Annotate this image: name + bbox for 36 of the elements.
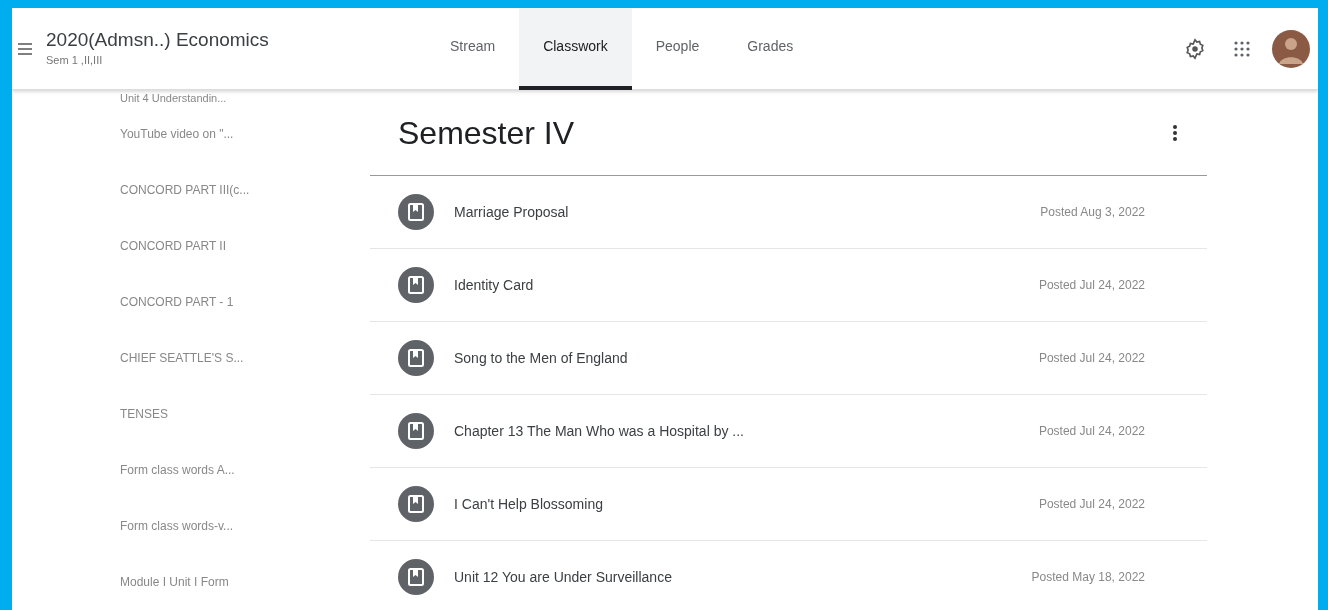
posted-date: Posted Jul 24, 2022 bbox=[1038, 423, 1145, 440]
topic-link[interactable]: TENSES bbox=[120, 405, 168, 423]
topic-link[interactable]: Form class words A... bbox=[120, 461, 235, 479]
material-title[interactable]: I Can't Help Blossoming bbox=[454, 493, 1039, 515]
topic-title: Semester IV bbox=[398, 113, 575, 153]
topic-link[interactable]: Unit 4 Understandin... bbox=[120, 89, 227, 106]
assignment-icon bbox=[398, 194, 434, 230]
material-title[interactable]: Song to the Men of England bbox=[454, 347, 1039, 369]
tab[interactable]: People bbox=[631, 8, 724, 90]
tab[interactable]: Stream bbox=[426, 8, 520, 90]
topic-link[interactable]: CONCORD PART III(c... bbox=[120, 181, 250, 199]
material-title[interactable]: Chapter 13 The Man Who was a Hospital by ... bbox=[454, 420, 1039, 442]
class-title[interactable]: 2020(Admsn..) Economics bbox=[46, 28, 426, 52]
assignment-icon bbox=[398, 340, 434, 376]
avatar-icon[interactable] bbox=[1272, 29, 1310, 68]
topic-link[interactable]: YouTube video on "... bbox=[120, 125, 234, 143]
assignment-icon bbox=[398, 267, 434, 303]
posted-date: Posted Aug 3, 2022 bbox=[1040, 204, 1145, 221]
material-title[interactable]: Unit 12 You are Under Surveillance bbox=[454, 566, 1032, 588]
topic-link[interactable]: Module I Unit I Form bbox=[120, 573, 229, 591]
topic-link[interactable]: CONCORD PART II bbox=[120, 237, 226, 255]
posted-date: Posted Jul 24, 2022 bbox=[1038, 350, 1145, 367]
material-title[interactable]: Identity Card bbox=[454, 274, 1039, 296]
posted-date: Posted Jul 24, 2022 bbox=[1038, 496, 1145, 513]
assignment-icon bbox=[398, 559, 434, 595]
assignment-icon bbox=[398, 413, 434, 449]
posted-date: Posted May 18, 2022 bbox=[1031, 569, 1145, 586]
material-title[interactable]: Marriage Proposal bbox=[454, 201, 1041, 223]
tab[interactable]: Classwork bbox=[519, 8, 632, 90]
topic-link[interactable]: CHIEF SEATTLE'S S... bbox=[120, 349, 244, 367]
class-subtitle: Sem 1 ,II,III bbox=[46, 52, 104, 68]
topic-link[interactable]: CONCORD PART - 1 bbox=[120, 293, 234, 311]
posted-date: Posted Jul 24, 2022 bbox=[1038, 277, 1145, 294]
tab[interactable]: Grades bbox=[723, 8, 818, 90]
topic-link[interactable]: Form class words-v... bbox=[120, 517, 234, 535]
assignment-icon bbox=[398, 486, 434, 522]
